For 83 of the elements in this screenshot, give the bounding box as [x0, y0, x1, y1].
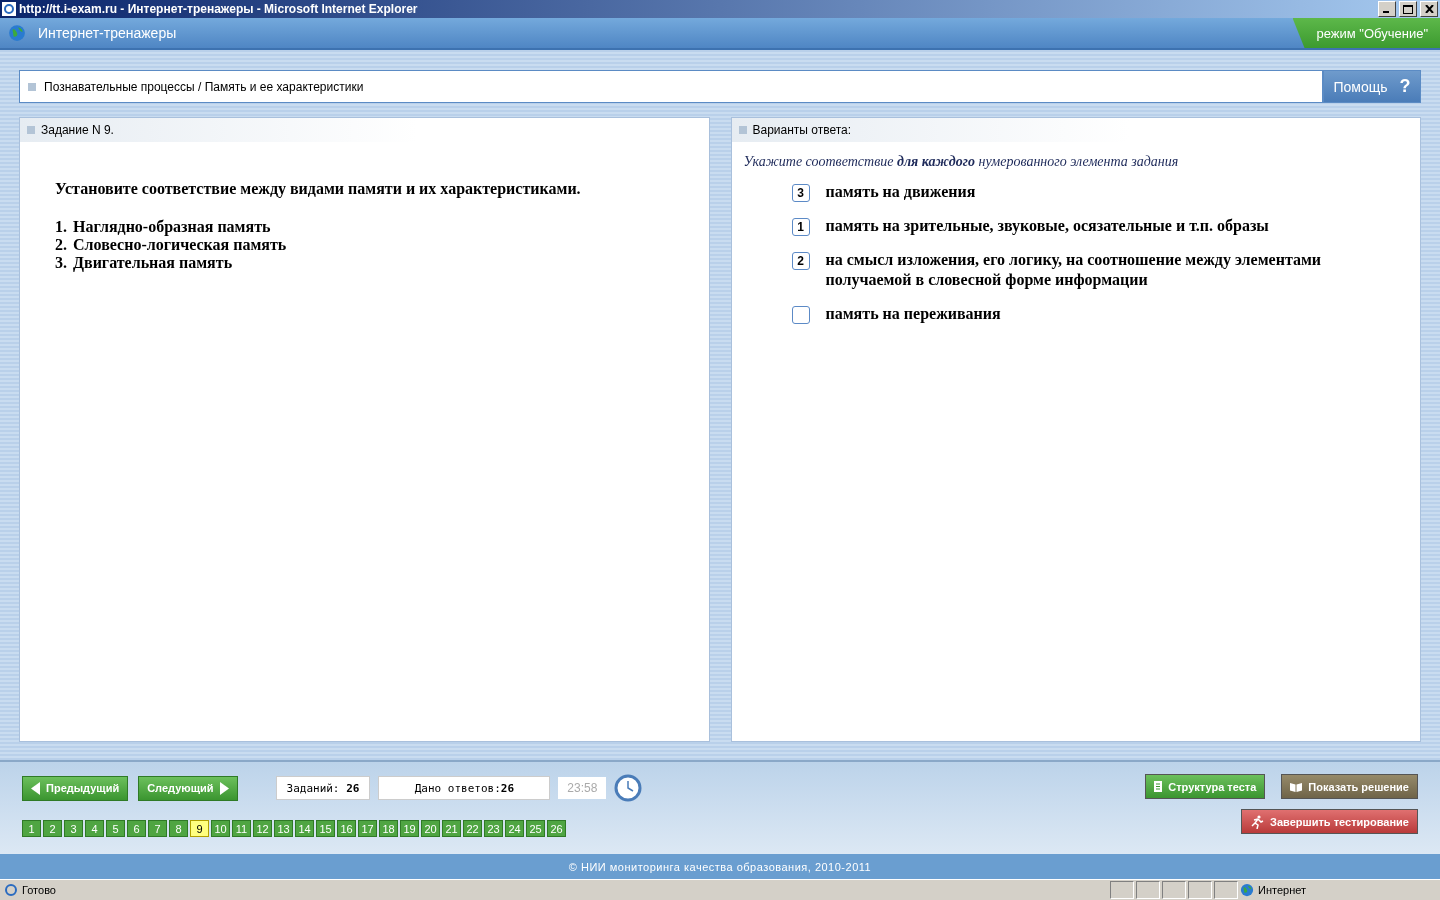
answer-box[interactable]: 2	[791, 252, 810, 270]
page-button[interactable]: 8	[169, 820, 188, 837]
timer: 23:58	[558, 777, 607, 799]
status-pane	[1162, 881, 1186, 899]
status-pane	[1188, 881, 1212, 899]
page-button[interactable]: 26	[547, 820, 566, 837]
page-button[interactable]: 7	[148, 820, 167, 837]
option-text: память на зрительные, звуковые, осязательные и т.п. образы	[825, 216, 1270, 236]
close-icon	[1424, 5, 1434, 13]
page-button[interactable]: 5	[106, 820, 125, 837]
page-button[interactable]: 16	[337, 820, 356, 837]
page-button[interactable]: 12	[253, 820, 272, 837]
tasks-count: Заданий: 26	[275, 776, 371, 800]
bullet-icon	[738, 126, 747, 134]
item-text: Двигательная память	[73, 254, 233, 272]
zone-text: Интернет	[1258, 884, 1306, 896]
close-button[interactable]	[1420, 1, 1438, 17]
option-text: память на переживания	[825, 304, 1002, 324]
finish-button[interactable]: Завершить тестирование	[1241, 809, 1418, 834]
page-button[interactable]: 1	[22, 820, 41, 837]
window-title: http://tt.i-exam.ru - Интернет-тренажеры - Microsoft Internet Explorer	[19, 2, 419, 16]
page-button[interactable]: 23	[484, 820, 503, 837]
answer-box[interactable]: 3	[791, 184, 810, 202]
maximize-icon	[1403, 4, 1413, 14]
item-number: 2.	[55, 236, 67, 254]
page-button[interactable]: 15	[316, 820, 335, 837]
page-button[interactable]: 3	[64, 820, 83, 837]
question-text: Установите соответствие между видами памяти и их характеристиками.	[55, 180, 582, 198]
instruction-text: Укажите соответствие для каждого нумерованного элемента задания	[743, 154, 1180, 170]
mode-badge: режим "Обучение"	[1292, 18, 1440, 48]
status-pane	[1136, 881, 1160, 899]
page-button[interactable]: 20	[421, 820, 440, 837]
left-triangle-icon	[31, 781, 40, 795]
page-button[interactable]: 14	[295, 820, 314, 837]
item-text: Наглядно-образная память	[73, 218, 271, 236]
book-icon	[1290, 781, 1303, 792]
option-text: на смысл изложения, его логику, на соотношение между элементами получаемой в словесной форме информации	[825, 250, 1323, 290]
page-button[interactable]: 9	[190, 820, 209, 837]
breadcrumb-text: Познавательные процессы / Память и ее характеристики	[44, 79, 364, 94]
status-text: Готово	[22, 884, 57, 896]
maximize-button[interactable]	[1399, 1, 1417, 17]
answers-count: Дано ответов:26	[378, 776, 551, 800]
show-solution-button[interactable]: Показать решение	[1281, 774, 1418, 799]
status-pane	[1214, 881, 1238, 899]
clock-icon	[614, 774, 643, 802]
next-button[interactable]: Следующий	[138, 775, 238, 801]
answer-box[interactable]: 1	[791, 218, 810, 236]
page-button[interactable]: 22	[463, 820, 482, 837]
runner-icon	[1250, 814, 1265, 829]
item-number: 1.	[55, 218, 67, 236]
item-number: 3.	[55, 254, 67, 272]
answer-box[interactable]	[791, 306, 810, 324]
help-button[interactable]: Помощь ?	[1323, 70, 1421, 103]
page-button[interactable]: 19	[400, 820, 419, 837]
panel-title: Задание N 9.	[41, 123, 114, 137]
logo-icon	[8, 24, 26, 42]
page-button[interactable]: 24	[505, 820, 524, 837]
page-button[interactable]: 21	[442, 820, 461, 837]
right-triangle-icon	[219, 781, 229, 795]
app-title: Интернет-тренажеры	[38, 25, 178, 41]
page-button[interactable]: 13	[274, 820, 293, 837]
item-text: Словесно-логическая память	[73, 236, 287, 254]
page-button[interactable]: 18	[379, 820, 398, 837]
copyright-text: © НИИ мониторинга качества образования, 2010-2011	[568, 860, 872, 873]
page-button[interactable]: 2	[43, 820, 62, 837]
page-button[interactable]: 17	[358, 820, 377, 837]
option-text: память на движения	[825, 182, 977, 202]
status-pane	[1110, 881, 1134, 899]
bullet-icon	[28, 82, 36, 91]
page-button[interactable]: 10	[211, 820, 230, 837]
bullet-icon	[27, 126, 35, 134]
previous-button[interactable]: Предыдущий	[22, 775, 129, 801]
panel-title: Варианты ответа:	[752, 123, 852, 137]
browser-icon	[4, 883, 18, 897]
page-button[interactable]: 6	[127, 820, 146, 837]
page-button[interactable]: 4	[85, 820, 104, 837]
minimize-button[interactable]	[1378, 1, 1396, 17]
page-button[interactable]: 25	[526, 820, 545, 837]
globe-icon	[1240, 883, 1254, 897]
page-button[interactable]: 11	[232, 820, 251, 837]
browser-icon	[2, 2, 16, 16]
structure-button[interactable]: Структура теста	[1145, 774, 1266, 799]
list-icon	[1154, 781, 1163, 792]
